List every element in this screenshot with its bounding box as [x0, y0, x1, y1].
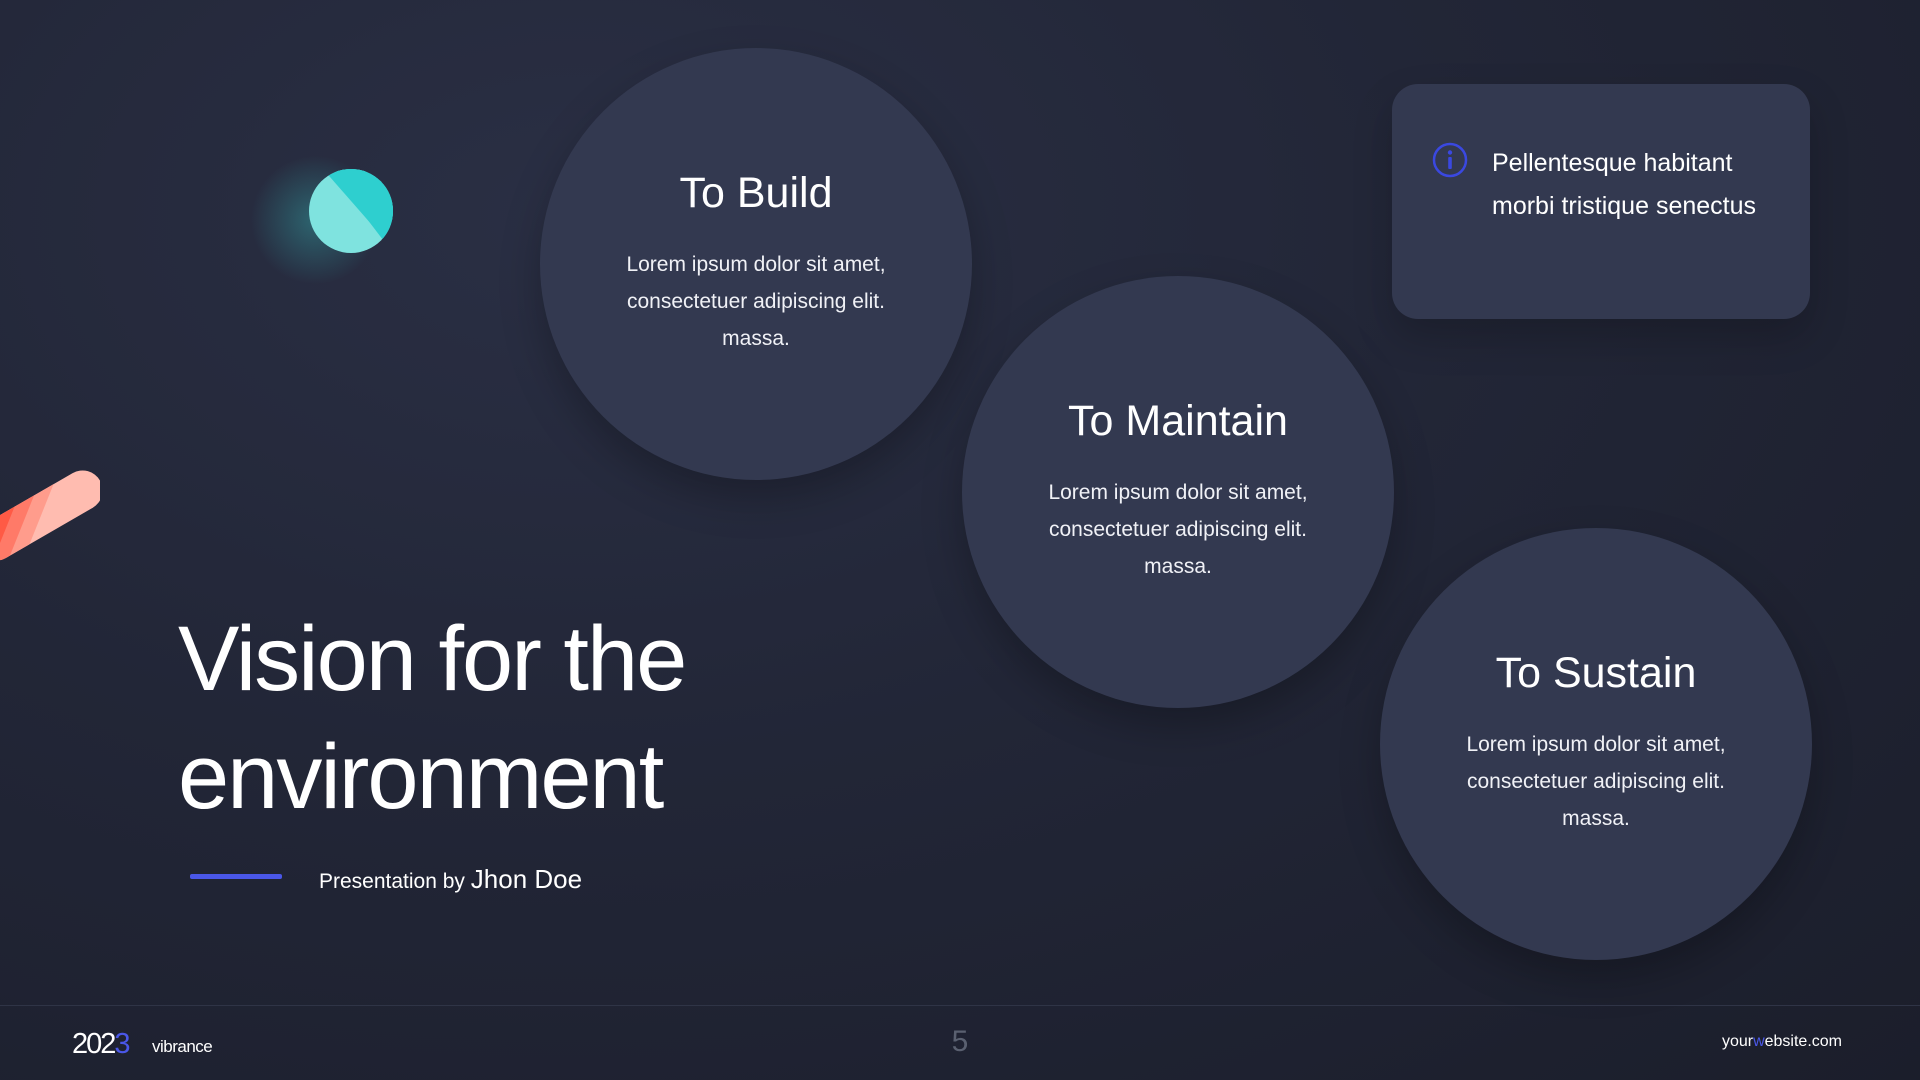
circle-title: To Sustain: [1495, 649, 1697, 697]
decorative-pill-icon: [0, 468, 100, 568]
page-title: Vision for the environment: [178, 600, 878, 836]
footer-year-main: 202: [72, 1028, 116, 1060]
info-card: Pellentesque habitant morbi tristique se…: [1392, 84, 1810, 319]
presenter-credit: Presentation by Jhon Doe: [319, 862, 582, 899]
page-number: 5: [951, 1025, 969, 1058]
circle-text: Lorem ipsum dolor sit amet, consectetuer…: [626, 253, 886, 350]
website-prefix: your: [1721, 1033, 1754, 1050]
circle-to-sustain: To Sustain Lorem ipsum dolor sit amet, c…: [1380, 528, 1812, 960]
circle-text: Lorem ipsum dolor sit amet, consectetuer…: [1048, 481, 1308, 578]
decorative-circle-icon: [309, 169, 393, 253]
footer-divider: [0, 1005, 1920, 1006]
circle-to-build: To Build Lorem ipsum dolor sit amet, con…: [540, 48, 972, 480]
presenter-prefix: Presentation by: [319, 870, 465, 893]
circle-title: To Maintain: [1068, 397, 1288, 445]
title-accent-line: [190, 874, 282, 879]
circle-to-maintain: To Maintain Lorem ipsum dolor sit amet, …: [962, 276, 1394, 708]
footer-brand: vibrance: [152, 1037, 213, 1056]
presenter-name: Jhon Doe: [470, 864, 583, 894]
page-title-line-2: environment: [178, 726, 664, 828]
page-title-line-1: Vision for the: [178, 608, 687, 710]
info-circle-icon: [1432, 142, 1468, 178]
footer-year-accent: 3: [114, 1028, 130, 1060]
circle-text: Lorem ipsum dolor sit amet, consectetuer…: [1466, 733, 1726, 830]
footer-website-link[interactable]: yourwebsite.com: [1722, 1033, 1842, 1051]
slide: To Build Lorem ipsum dolor sit amet, con…: [0, 0, 1920, 1080]
footer-year: 2023: [72, 1028, 131, 1061]
info-card-text: Pellentesque habitant morbi tristique se…: [1492, 149, 1757, 220]
website-accent: w: [1753, 1033, 1765, 1050]
circle-title: To Build: [679, 169, 833, 217]
website-suffix: ebsite.com: [1764, 1033, 1842, 1050]
